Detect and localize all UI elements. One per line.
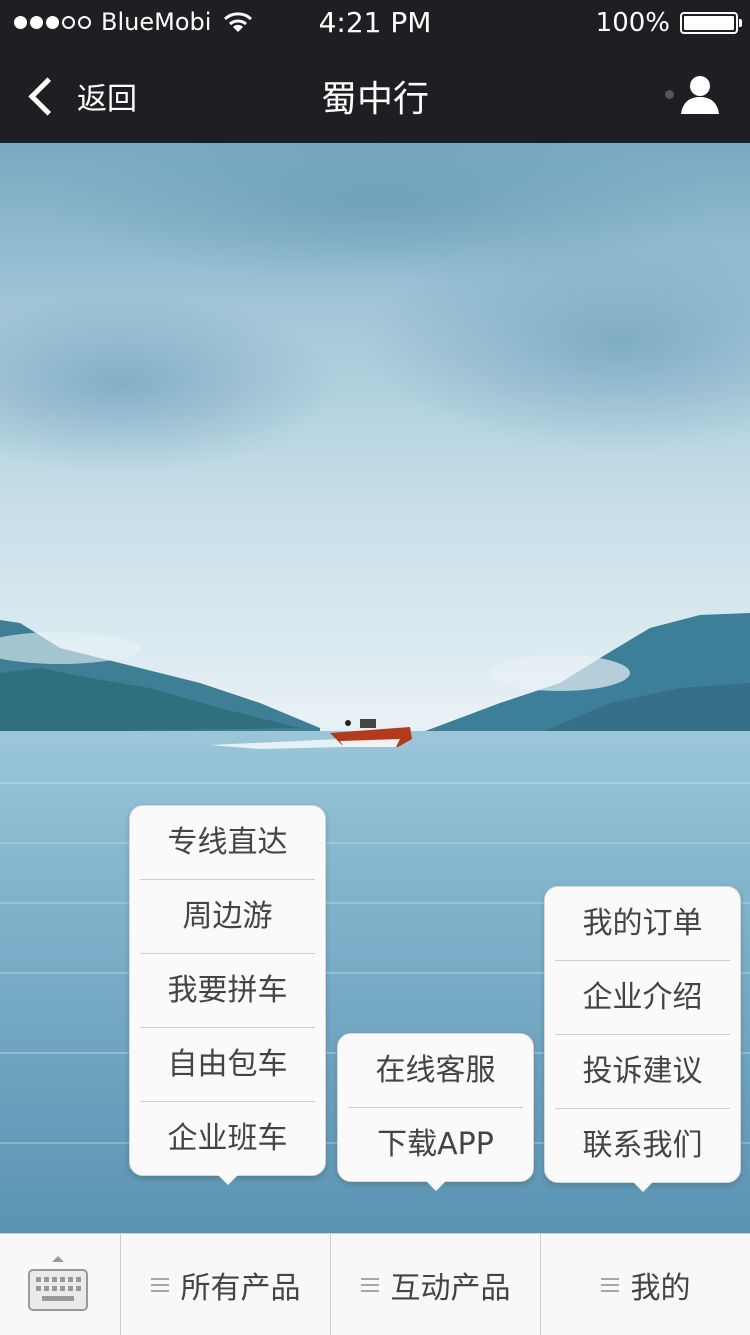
status-right: 100% (595, 8, 742, 38)
menu-item-download-app[interactable]: 下载APP (348, 1108, 523, 1181)
menu-item-company-intro[interactable]: 企业介绍 (555, 961, 730, 1035)
menu-item-contact-us[interactable]: 联系我们 (555, 1109, 730, 1182)
menu-item-carpool[interactable]: 我要拼车 (140, 954, 315, 1028)
page-title: 蜀中行 (320, 79, 429, 120)
tab-label: 互动产品 (390, 1270, 511, 1306)
menu-item-complaints[interactable]: 投诉建议 (555, 1035, 730, 1109)
menu-lines-icon (600, 1277, 619, 1292)
menu-item-direct-route[interactable]: 专线直达 (140, 806, 315, 880)
menu-interactive-products: 在线客服 下载APP (337, 1033, 534, 1191)
battery-percent: 100% (595, 8, 670, 38)
menu-item-charter[interactable]: 自由包车 (140, 1028, 315, 1102)
tab-all-products[interactable]: 所有产品 (121, 1234, 331, 1335)
menu-item-online-service[interactable]: 在线客服 (348, 1034, 523, 1108)
menu-all-products: 专线直达 周边游 我要拼车 自由包车 企业班车 (129, 805, 326, 1185)
tab-mine[interactable]: 我的 (541, 1234, 750, 1335)
menu-mine: 我的订单 企业介绍 投诉建议 联系我们 (544, 886, 741, 1192)
tab-label: 所有产品 (180, 1270, 301, 1306)
indicator-dot (665, 90, 674, 99)
tab-interactive-products[interactable]: 互动产品 (331, 1234, 541, 1335)
bottom-tab-bar: 所有产品 互动产品 我的 (0, 1233, 750, 1335)
status-bar: BlueMobi 4:21 PM 100% (0, 0, 750, 48)
menu-item-nearby-tour[interactable]: 周边游 (140, 880, 315, 954)
keyboard-icon (28, 1256, 88, 1311)
menu-item-company-shuttle[interactable]: 企业班车 (140, 1102, 315, 1175)
user-icon[interactable] (678, 72, 722, 116)
tab-label: 我的 (630, 1270, 691, 1306)
keyboard-toggle[interactable] (0, 1234, 121, 1335)
battery-icon (680, 12, 742, 34)
menu-lines-icon (150, 1277, 169, 1292)
nav-bar: 返回 蜀中行 (0, 48, 750, 143)
menu-item-my-orders[interactable]: 我的订单 (555, 887, 730, 961)
menu-lines-icon (360, 1277, 379, 1292)
